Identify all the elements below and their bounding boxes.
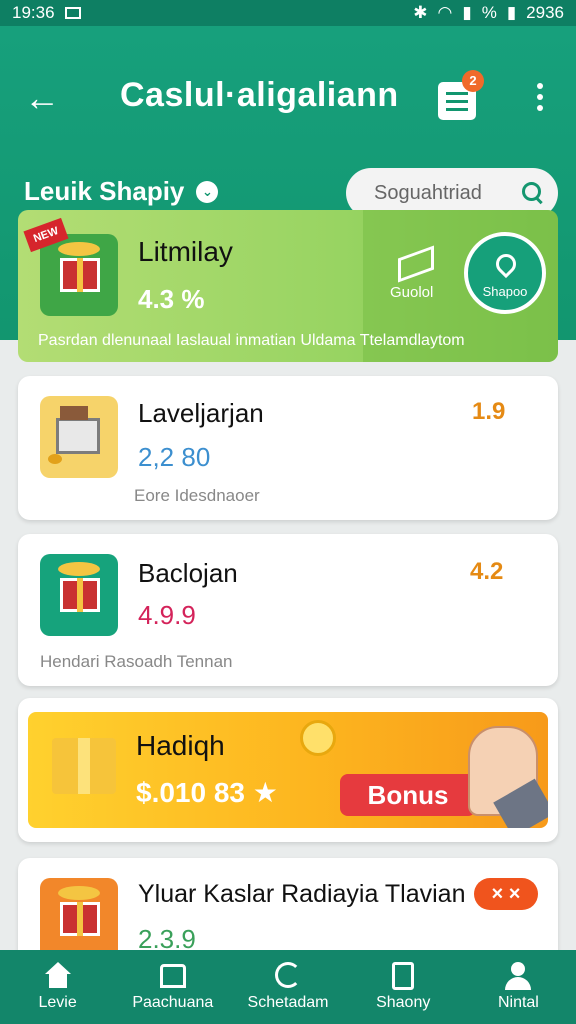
category-label: Leuik Shapiy [24,176,185,206]
nav-item-orders[interactable]: Shaony [346,950,461,1024]
page-title: Caslul·aligalіann [120,76,399,114]
image-notification-icon [64,7,81,19]
featured-card[interactable]: NEW Litmilay 4.3 % Guolol Shapoo Pasrdan… [18,210,558,362]
featured-price: 4.3 % [138,284,205,314]
item-rating-badge: 1.9 [472,398,506,425]
status-clock-right: 2936 [526,3,564,22]
bluetooth-icon: ✱ [413,3,428,22]
nav-item-profile[interactable]: Nintal [461,950,576,1024]
receipt-icon [388,962,418,990]
featured-shop-button[interactable]: Shapoo [464,232,546,314]
chevron-down-icon: ⌄ [196,180,219,203]
shop-icon [158,962,188,990]
bottom-navigation: Levie Paachuana Schetadam Shaony Nintal [0,950,576,1024]
item-title: Baclojan [138,558,238,588]
nav-label-shop: Paachuana [132,994,214,1011]
featured-action-left-label: Guolol [390,284,434,301]
bonus-title: Hadiqh [136,730,225,761]
bonus-button[interactable]: Bonus [340,774,476,816]
featured-description: Pasrdan dlenunaal Iaslaual inmatian Ulda… [38,332,465,349]
nav-label-orders: Shaony [376,994,431,1011]
item-title: Laveljarjan [138,398,264,428]
bonus-banner: Hadiqh $.010 83 ★ Bonus [28,712,548,828]
list-item[interactable]: Baclojan 4.9.9 Hendari Rasoadh Tennan 4.… [18,534,558,686]
gift-icon [40,878,118,960]
cart-button[interactable]: 2 [436,70,484,120]
coin-icon [300,720,336,756]
safe-box-icon [40,396,118,478]
search-icon[interactable] [522,182,544,204]
tag-icon[interactable] [396,242,436,276]
bonus-card[interactable]: Hadiqh $.010 83 ★ Bonus [18,698,558,842]
featured-title: Litmilay [138,236,233,267]
gift-icon [40,234,118,316]
item-subtitle: Eore Idesdnaoer [134,486,260,505]
item-title: Yluar Kaslar Radiayia Tlavian [138,880,466,908]
nav-label-schedule: Schetadam [247,994,329,1011]
bonus-price: $.010 83 ★ [136,777,278,808]
nav-label-profile: Nintal [497,994,539,1011]
cart-badge: 2 [462,70,484,92]
battery-label: % [481,3,497,22]
nav-item-home[interactable]: Levie [0,950,115,1024]
signal-icon: ▮ [462,3,472,22]
item-price: 4.9.9 [138,600,196,630]
item-subtitle: Hendari Rasoadh Tennan [40,652,233,671]
home-icon [43,962,73,990]
refresh-icon [273,962,303,990]
back-arrow-icon[interactable]: ← [24,80,64,116]
nav-label-home: Levie [38,994,77,1011]
status-time: 19:36 [12,3,55,22]
category-dropdown[interactable]: Leuik Shapiy ⌄ [24,176,219,207]
profile-icon [503,962,533,990]
nav-item-shop[interactable]: Paachuana [115,950,230,1024]
nav-item-schedule[interactable]: Schetadam [230,950,345,1024]
status-bar: 19:36 ✱ ◠ ▮ % ▮ 2936 [0,0,576,26]
item-rating-badge: 4.2 [470,558,504,585]
featured-action-right-label: Shapoo [482,284,528,299]
gift-icon [40,554,118,636]
search-input[interactable] [374,181,504,205]
list-item[interactable]: Laveljarjan 2,2 80 Eore Idesdnaoer 1.9 [18,376,558,520]
battery-icon: ▮ [506,3,517,22]
item-badge: × × [474,878,538,910]
leaf-icon [491,249,521,279]
gift-box-icon [52,738,116,794]
more-menu-icon[interactable] [530,80,550,116]
wifi-icon: ◠ [437,3,453,22]
item-price: 2,2 80 [138,442,211,472]
